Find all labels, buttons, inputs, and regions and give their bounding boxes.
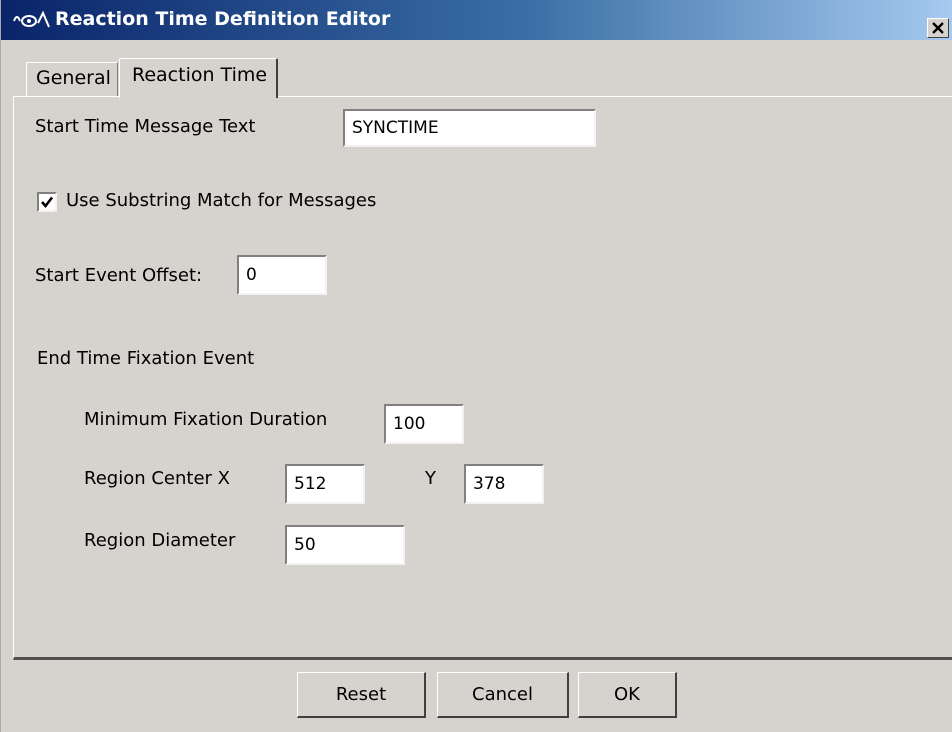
reset-button[interactable]: Reset (297, 672, 426, 718)
title-bar[interactable]: Reaction Time Definition Editor (1, 0, 952, 40)
tab-panel-reaction-time (13, 96, 952, 660)
tab-general[interactable]: General (26, 62, 118, 96)
close-button[interactable] (927, 18, 949, 38)
tab-reaction-time[interactable]: Reaction Time (119, 58, 278, 98)
dialog-window: Reaction Time Definition Editor General … (0, 0, 952, 732)
window-title: Reaction Time Definition Editor (55, 8, 391, 30)
cancel-button[interactable]: Cancel (437, 672, 569, 718)
eye-waveform-icon (13, 9, 51, 31)
ok-button[interactable]: OK (578, 672, 677, 718)
